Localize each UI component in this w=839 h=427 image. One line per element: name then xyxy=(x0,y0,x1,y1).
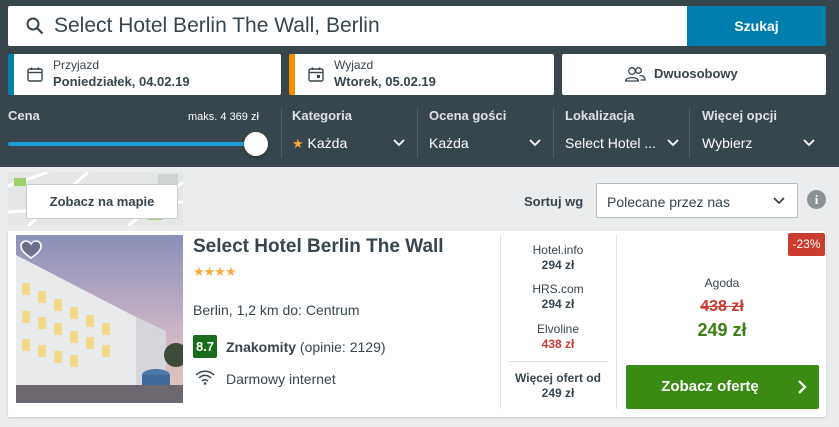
partner-separator xyxy=(508,361,608,362)
wifi-icon xyxy=(195,370,215,385)
results-area: Zobacz na mapie Sortuj wg Polecane przez… xyxy=(0,167,839,427)
hotel-stars: ★★★★ xyxy=(193,264,237,279)
sort-label: Sortuj wg xyxy=(524,194,584,209)
partner-name: Elvoline xyxy=(536,322,580,336)
location-filter[interactable]: Lokalizacja Select Hotel ... xyxy=(565,108,681,158)
chevron-down-icon xyxy=(393,139,405,147)
price-slider-handle[interactable] xyxy=(244,132,268,156)
guests-icon xyxy=(624,67,646,82)
card-divider xyxy=(616,235,617,409)
partner-price: 294 zł xyxy=(541,258,575,272)
chevron-down-icon xyxy=(667,139,679,147)
chevron-down-icon xyxy=(529,139,541,147)
more-options-filter[interactable]: Więcej opcji Wybierz xyxy=(702,108,817,158)
location-filter-label: Lokalizacja xyxy=(565,108,635,123)
location-filter-value: Select Hotel ... xyxy=(565,135,657,151)
price-slider-track[interactable] xyxy=(8,142,256,146)
price-filter-label: Cena xyxy=(8,108,40,123)
room-type-field[interactable]: Dwuosobowy xyxy=(562,54,826,95)
rating-badge: 8.7 xyxy=(193,335,217,358)
discount-badge: -23% xyxy=(788,233,825,256)
rating-word: Znakomity xyxy=(226,339,297,355)
old-price: 438 zł xyxy=(700,298,744,315)
partner-offer[interactable]: Hotel.info 294 zł xyxy=(500,243,616,272)
partner-price: 294 zł xyxy=(541,297,575,311)
view-deal-label: Zobacz ofertę xyxy=(661,378,759,395)
hotel-photo xyxy=(16,235,183,403)
deal-partner-name: Agoda xyxy=(704,276,740,290)
room-type-value: Dwuosobowy xyxy=(654,66,738,81)
category-filter-value: ★ Każda xyxy=(292,135,347,152)
star-icon: ★ xyxy=(292,136,304,151)
rating-filter-value: Każda xyxy=(429,135,469,151)
more-offers-link[interactable]: Więcej ofert od 249 zł xyxy=(500,371,616,400)
partner-offer[interactable]: Elvoline 438 zł xyxy=(500,322,616,351)
more-options-value: Wybierz xyxy=(702,135,753,151)
chevron-down-icon xyxy=(803,139,815,147)
info-icon[interactable]: i xyxy=(807,190,826,209)
search-input[interactable] xyxy=(54,6,674,46)
filter-divider xyxy=(553,108,554,158)
more-offers-price: 249 zł xyxy=(541,386,575,400)
hotel-name[interactable]: Select Hotel Berlin The Wall xyxy=(193,236,444,258)
sort-select-value: Polecane przez nas xyxy=(607,194,730,210)
rating-filter[interactable]: Ocena gości Każda xyxy=(429,108,543,158)
category-filter-label: Kategoria xyxy=(292,108,352,123)
chevron-right-icon xyxy=(798,380,807,394)
amenity-text: Darmowy internet xyxy=(226,371,336,387)
partner-name: Hotel.info xyxy=(532,243,584,257)
hotel-image[interactable] xyxy=(16,235,183,403)
rating-text[interactable]: Znakomity (opinie: 2129) xyxy=(226,339,386,355)
rating-count: (opinie: 2129) xyxy=(299,339,386,355)
search-button[interactable]: Szukaj xyxy=(687,6,826,46)
filter-divider xyxy=(281,108,282,158)
more-offers-label: Więcej ofert od xyxy=(515,371,601,385)
deal-price[interactable]: 249 zł xyxy=(626,320,818,341)
view-deal-button[interactable]: Zobacz ofertę xyxy=(626,365,819,409)
rating-filter-label: Ocena gości xyxy=(429,108,507,123)
checkin-label: Przyjazd xyxy=(53,58,100,72)
show-on-map-button[interactable]: Zobacz na mapie xyxy=(26,184,178,219)
filter-divider xyxy=(689,108,690,158)
search-icon xyxy=(26,17,44,35)
category-value-text: Każda xyxy=(307,135,348,151)
hotel-location: Berlin, 1,2 km do: Centrum xyxy=(193,302,360,318)
chevron-down-icon xyxy=(773,197,785,205)
checkout-label: Wyjazd xyxy=(334,58,374,72)
sort-select[interactable]: Polecane przez nas xyxy=(596,183,798,218)
more-options-label: Więcej opcji xyxy=(702,108,778,123)
checkout-field[interactable]: Wyjazd Wtorek, 05.02.19 xyxy=(289,54,554,95)
partner-name: HRS.com xyxy=(532,282,584,296)
category-filter[interactable]: Kategoria ★ Każda xyxy=(292,108,406,158)
calendar-icon xyxy=(308,67,324,82)
hotel-card: Select Hotel Berlin The Wall ★★★★ Berlin… xyxy=(8,231,826,417)
partner-offer[interactable]: HRS.com 294 zł xyxy=(500,282,616,311)
price-filter: Cena xyxy=(8,108,40,123)
price-max-value: maks. 4 369 zł xyxy=(188,111,259,123)
calendar-icon xyxy=(27,67,43,82)
checkin-field[interactable]: Przyjazd Poniedziałek, 04.02.19 xyxy=(8,54,281,95)
search-box[interactable] xyxy=(8,6,687,46)
heart-icon[interactable] xyxy=(20,240,42,260)
map-thumbnail[interactable]: Zobacz na mapie xyxy=(8,172,183,226)
checkout-value: Wtorek, 05.02.19 xyxy=(334,74,436,89)
checkin-value: Poniedziałek, 04.02.19 xyxy=(53,74,190,89)
partner-price: 438 zł xyxy=(541,337,575,351)
filter-divider xyxy=(417,108,418,158)
